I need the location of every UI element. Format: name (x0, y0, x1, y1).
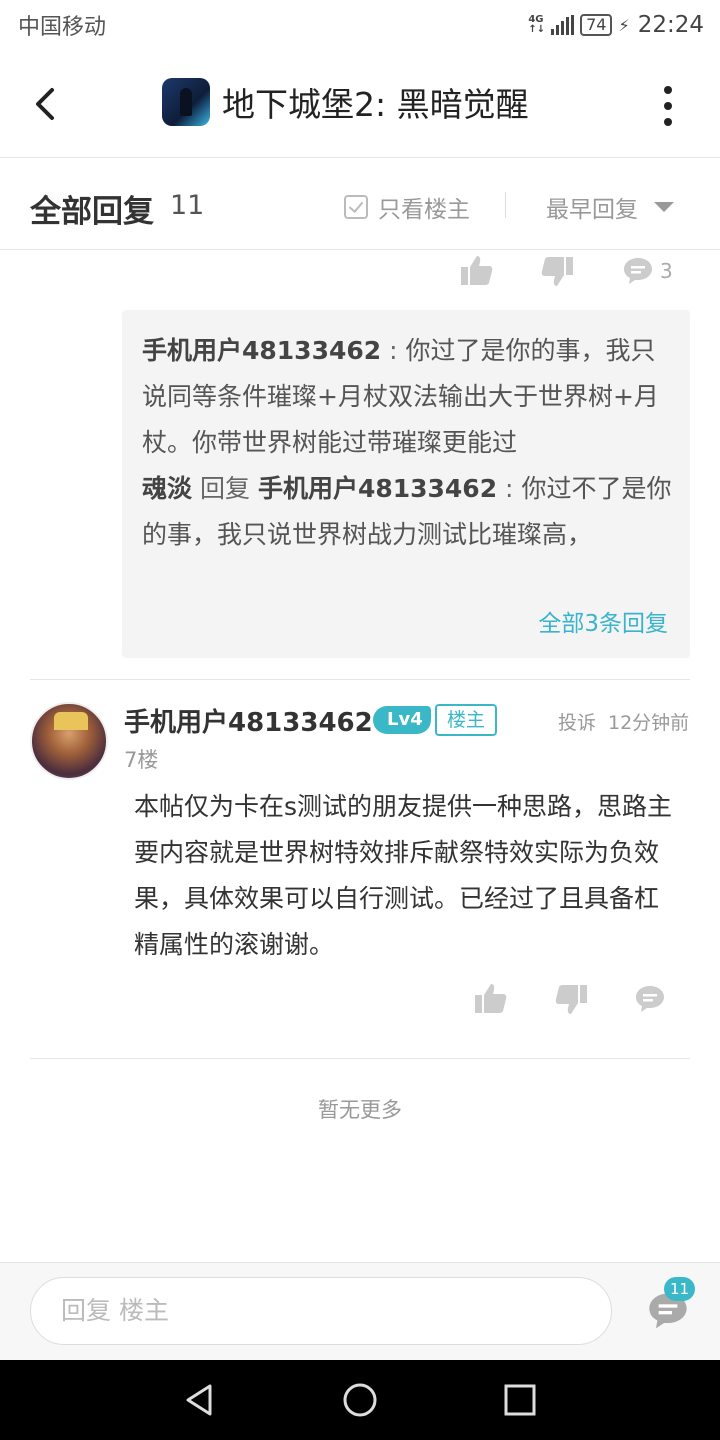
post-author[interactable]: 手机用户48133462 (124, 702, 373, 739)
system-home-button[interactable] (340, 1380, 380, 1420)
nav-title-group[interactable]: 地下城堡2: 黑暗觉醒 (162, 78, 529, 126)
circle-home-icon (343, 1383, 377, 1417)
square-recents-icon (504, 1384, 536, 1416)
thumbs-down-icon (555, 985, 587, 1014)
status-bar: 中国移动 4G ↑↓ 74 ⚡ 22:24 (0, 0, 720, 50)
post-time: 12分钟前 (608, 712, 690, 734)
clock: 22:24 (637, 12, 704, 38)
divider (30, 1058, 690, 1059)
sub-reply-box: 手机用户48133462 : 你过了是你的事，我只说同等条件璀璨+月杖双法输出大… (122, 310, 690, 658)
checkbox-icon[interactable] (344, 195, 368, 219)
divider (505, 192, 506, 218)
more-options-button[interactable] (658, 86, 678, 126)
all-sub-replies-link[interactable]: 全部3条回复 (538, 604, 668, 638)
sort-dropdown[interactable]: 最早回复 (546, 190, 674, 224)
comment-button[interactable]: 3 (622, 256, 673, 286)
avatar[interactable] (30, 702, 108, 780)
page-title: 地下城堡2: 黑暗觉醒 (222, 85, 529, 124)
reply-verb: 回复 (199, 474, 250, 503)
op-only-label: 只看楼主 (378, 197, 470, 223)
battery-icon: 74 (580, 14, 613, 36)
like-button[interactable] (474, 982, 508, 1014)
divider (30, 679, 690, 680)
sub-reply-target[interactable]: 手机用户48133462 (258, 474, 497, 503)
sub-reply-user[interactable]: 手机用户48133462 (142, 336, 381, 365)
comment-icon (636, 986, 664, 1012)
dislike-button[interactable] (540, 256, 574, 288)
reply-bar: 回复 楼主 11 (0, 1262, 720, 1360)
system-nav-bar (0, 1360, 720, 1440)
triangle-back-icon (186, 1384, 212, 1416)
sub-reply-item[interactable]: 魂淡 回复 手机用户48133462 : 你过不了是你的事，我只说世界树战力测试… (142, 466, 672, 558)
caret-down-icon (654, 202, 674, 212)
back-button[interactable] (28, 84, 68, 124)
sub-reply-user[interactable]: 魂淡 (142, 474, 192, 503)
post-content: 本帖仅为卡在s测试的朋友提供一种思路，思路主要内容就是世界树特效排斥献祭特效实际… (134, 792, 673, 959)
op-badge: 楼主 (435, 704, 498, 736)
floor-number: 7楼 (124, 748, 159, 772)
reply-header: 全部回复 11 只看楼主 最早回复 (0, 160, 720, 250)
signal-icon (551, 15, 575, 35)
op-only-toggle[interactable]: 只看楼主 (344, 190, 470, 224)
thumbs-down-icon (541, 257, 573, 286)
sub-reply-item[interactable]: 手机用户48133462 : 你过了是你的事，我只说同等条件璀璨+月杖双法输出大… (142, 328, 672, 466)
network-type-icon: 4G ↑↓ (528, 14, 546, 35)
chevron-left-icon (36, 88, 54, 120)
dislike-button[interactable] (554, 984, 588, 1016)
all-replies-title: 全部回复 (30, 194, 154, 230)
game-app-icon (162, 78, 210, 126)
no-more-label: 暂无更多 (318, 1098, 402, 1122)
charging-icon: ⚡ (618, 15, 630, 35)
carrier-label: 中国移动 (18, 15, 107, 40)
status-icons: 4G ↑↓ 74 ⚡ 22:24 (528, 12, 704, 38)
report-link[interactable]: 投诉 (558, 708, 596, 735)
reply-input[interactable]: 回复 楼主 (30, 1277, 612, 1345)
comment-button[interactable] (634, 984, 666, 1014)
vertical-dots-icon (664, 86, 672, 94)
comment-count-badge: 11 (664, 1277, 696, 1301)
comment-icon (624, 258, 652, 284)
thumbs-up-icon (461, 256, 493, 285)
level-badge: Lv4 (373, 706, 431, 734)
sort-label: 最早回复 (546, 197, 638, 223)
reply-count: 11 (170, 190, 205, 221)
system-recents-button[interactable] (500, 1380, 540, 1420)
like-button[interactable] (460, 254, 494, 286)
comment-count: 3 (660, 259, 673, 283)
nav-bar: 地下城堡2: 黑暗觉醒 (0, 50, 720, 158)
system-back-button[interactable] (180, 1380, 220, 1420)
thumbs-up-icon (475, 984, 507, 1013)
